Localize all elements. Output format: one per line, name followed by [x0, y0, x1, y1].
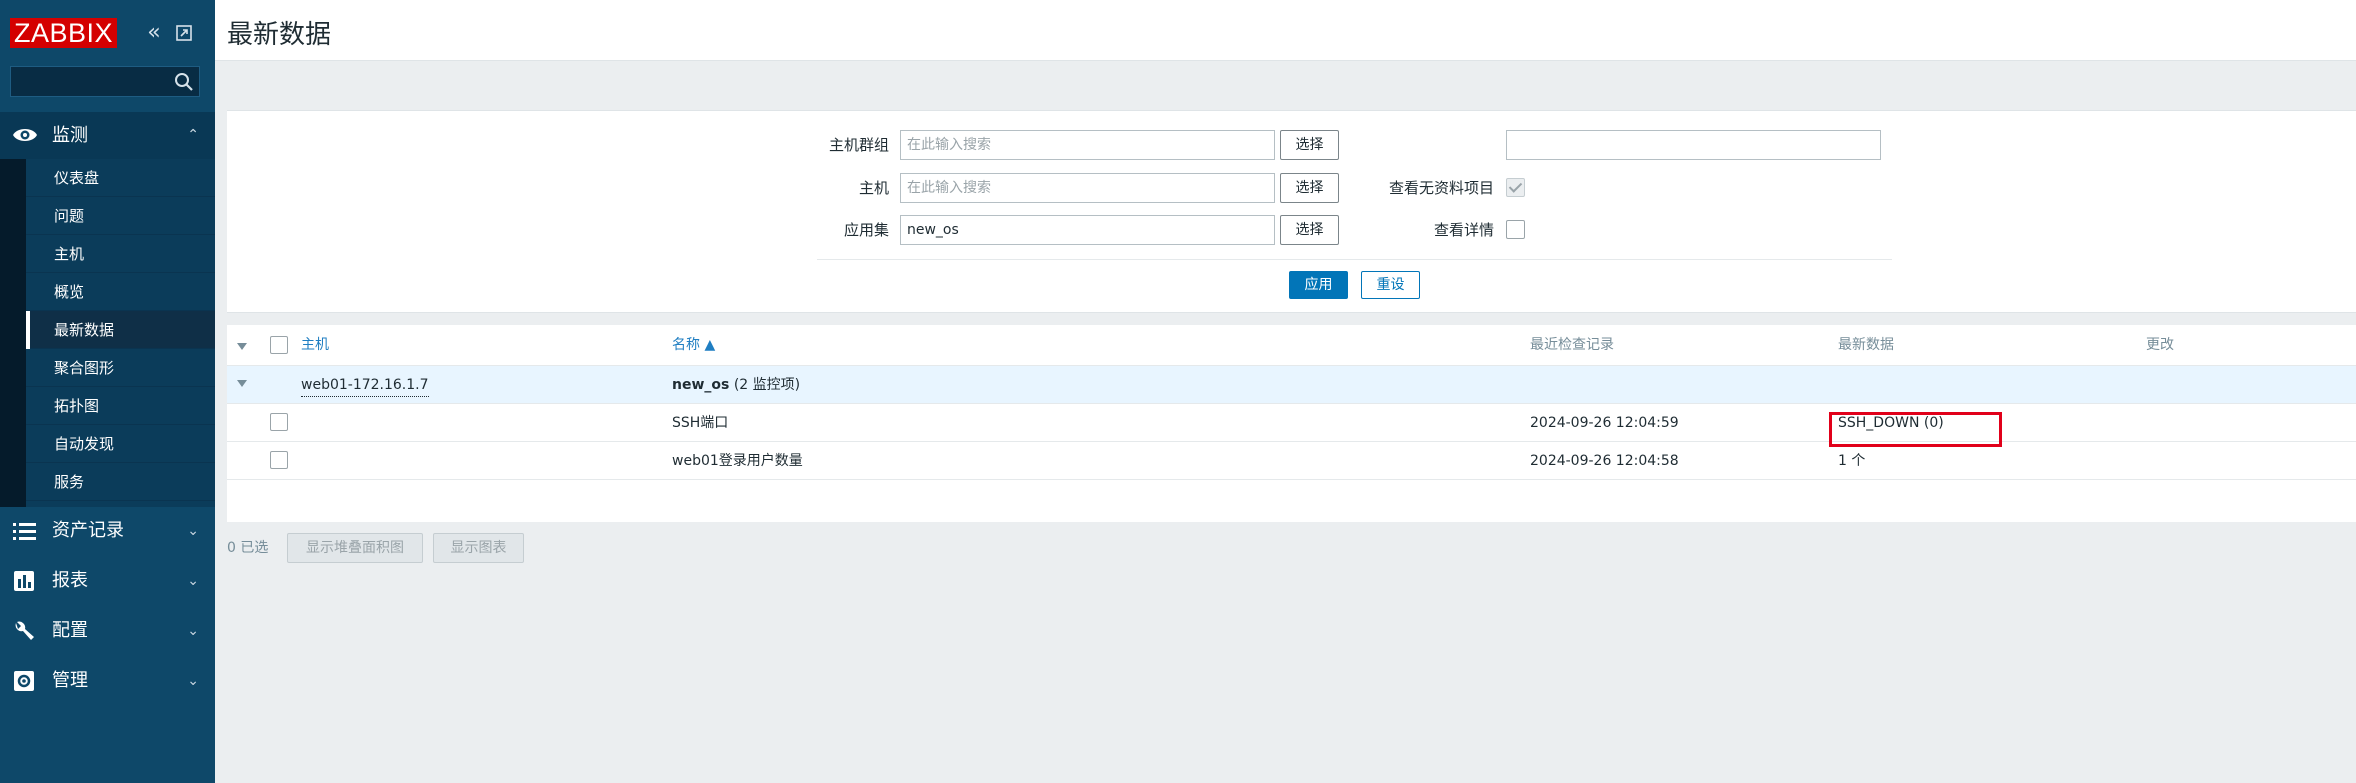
collapse-sidebar-icon[interactable]: «	[143, 20, 165, 46]
application-label: 应用集	[843, 221, 889, 239]
group-host-link[interactable]: web01-172.16.1.7	[301, 370, 429, 397]
sidebar-item-services[interactable]: 服务	[26, 463, 215, 501]
selected-count: 0 已选	[227, 540, 269, 556]
sidebar-item-maps[interactable]: 拓扑图	[26, 387, 215, 425]
sidebar-search-input[interactable]	[15, 70, 165, 92]
nav-configuration[interactable]: 配置 ⌄	[0, 606, 215, 656]
chevron-up-icon: ⌃	[187, 127, 199, 143]
host-label: 主机	[858, 179, 889, 197]
nav-inventory[interactable]: 资产记录 ⌄	[0, 506, 215, 556]
collapse-all-icon[interactable]	[237, 343, 247, 350]
sidebar-item-dashboard[interactable]: 仪表盘	[26, 159, 215, 197]
nav-reports[interactable]: 报表 ⌄	[0, 556, 215, 606]
reset-button[interactable]: 重设	[1361, 271, 1420, 299]
nav-inventory-label: 资产记录	[52, 520, 124, 541]
column-host[interactable]: 主机	[301, 325, 329, 366]
collapse-group-icon[interactable]	[237, 380, 247, 387]
submenu-rail	[0, 159, 26, 507]
show-no-data-label: 查看无资料项目	[1388, 179, 1494, 197]
page-header: 最新数据	[215, 0, 2356, 61]
sidebar-item-problems[interactable]: 问题	[26, 197, 215, 235]
nav-administration[interactable]: 管理 ⌄	[0, 656, 215, 706]
zabbix-logo[interactable]: ZABBIX	[10, 18, 118, 48]
latest-data-table: 主机 名称 ▲ 最近检查记录 最新数据 更改 web01-172.16.1.7 …	[227, 325, 2356, 522]
monitoring-submenu: 仪表盘 问题 主机 概览 最新数据 聚合图形 拓扑图 自动发现 服务	[0, 159, 215, 507]
chevron-down-icon: ⌄	[187, 573, 199, 589]
nav-monitoring[interactable]: 监测 ⌃	[0, 112, 215, 159]
item-last-check: 2024-09-26 12:04:59	[1530, 415, 1679, 431]
name-input[interactable]	[1506, 130, 1881, 160]
host-input[interactable]	[900, 173, 1275, 203]
sidebar-item-discovery[interactable]: 自动发现	[26, 425, 215, 463]
sidebar-item-latest-data[interactable]: 最新数据	[26, 311, 215, 349]
nav-configuration-label: 配置	[52, 620, 88, 641]
select-all-checkbox[interactable]	[270, 336, 288, 354]
column-last-check: 最近检查记录	[1530, 337, 1614, 353]
sidebar: ZABBIX « 监测 ⌃ 仪表盘 问题 主机 概览 最新数据 聚合图形 拓扑图…	[0, 0, 215, 783]
table-group-row: web01-172.16.1.7 new_os (2 监控项)	[227, 366, 2356, 404]
item-last-check: 2024-09-26 12:04:58	[1530, 453, 1679, 469]
sidebar-item-screens[interactable]: 聚合图形	[26, 349, 215, 387]
bar-chart-icon	[14, 571, 34, 591]
apply-button[interactable]: 应用	[1289, 271, 1348, 299]
gear-icon	[14, 671, 34, 691]
graph-button[interactable]: 显示图表	[433, 533, 524, 563]
group-application: new_os (2 监控项)	[672, 366, 800, 404]
chevron-down-icon: ⌄	[187, 673, 199, 689]
page-title: 最新数据	[227, 20, 332, 50]
nav-reports-label: 报表	[52, 570, 88, 591]
application-select-button[interactable]: 选择	[1280, 215, 1339, 245]
row-checkbox[interactable]	[270, 451, 288, 469]
table-header-row: 主机 名称 ▲ 最近检查记录 最新数据 更改	[227, 325, 2356, 366]
stacked-graph-button[interactable]: 显示堆叠面积图	[287, 533, 423, 563]
filter-divider	[817, 259, 1892, 260]
column-change: 更改	[2146, 337, 2174, 353]
highlight-box	[1829, 412, 2002, 447]
item-last-value: 1 个	[1838, 453, 1866, 469]
chevron-down-icon: ⌄	[187, 523, 199, 539]
show-no-data-checkbox[interactable]	[1506, 178, 1525, 197]
group-application-name: new_os	[672, 377, 730, 393]
item-name: web01登录用户数量	[672, 453, 803, 469]
table-row: web01登录用户数量 2024-09-26 12:04:58 1 个	[227, 442, 2356, 480]
logo-row: ZABBIX «	[10, 18, 210, 50]
sidebar-item-overview[interactable]: 概览	[26, 273, 215, 311]
column-name[interactable]: 名称 ▲	[672, 325, 715, 366]
show-details-checkbox[interactable]	[1506, 220, 1525, 239]
chevron-down-icon: ⌄	[187, 623, 199, 639]
nav-monitoring-label: 监测	[52, 125, 88, 146]
wrench-icon	[15, 621, 34, 640]
application-input[interactable]	[900, 215, 1275, 245]
row-checkbox[interactable]	[270, 413, 288, 431]
host-select-button[interactable]: 选择	[1280, 173, 1339, 203]
search-icon[interactable]	[173, 71, 195, 93]
sidebar-search	[10, 66, 200, 97]
group-item-count: (2 监控项)	[733, 377, 801, 393]
kiosk-mode-icon[interactable]	[173, 20, 195, 46]
eye-icon	[13, 129, 37, 141]
sidebar-item-hosts[interactable]: 主机	[26, 235, 215, 273]
host-group-select-button[interactable]: 选择	[1280, 130, 1339, 160]
list-icon	[13, 523, 36, 540]
show-details-label: 查看详情	[1433, 221, 1494, 239]
column-last-value: 最新数据	[1838, 337, 1894, 353]
item-name: SSH端口	[672, 415, 729, 431]
table-row: SSH端口 2024-09-26 12:04:59 SSH_DOWN (0)	[227, 404, 2356, 442]
nav-administration-label: 管理	[52, 670, 88, 691]
host-group-input[interactable]	[900, 130, 1275, 160]
host-group-label: 主机群组	[828, 136, 889, 154]
